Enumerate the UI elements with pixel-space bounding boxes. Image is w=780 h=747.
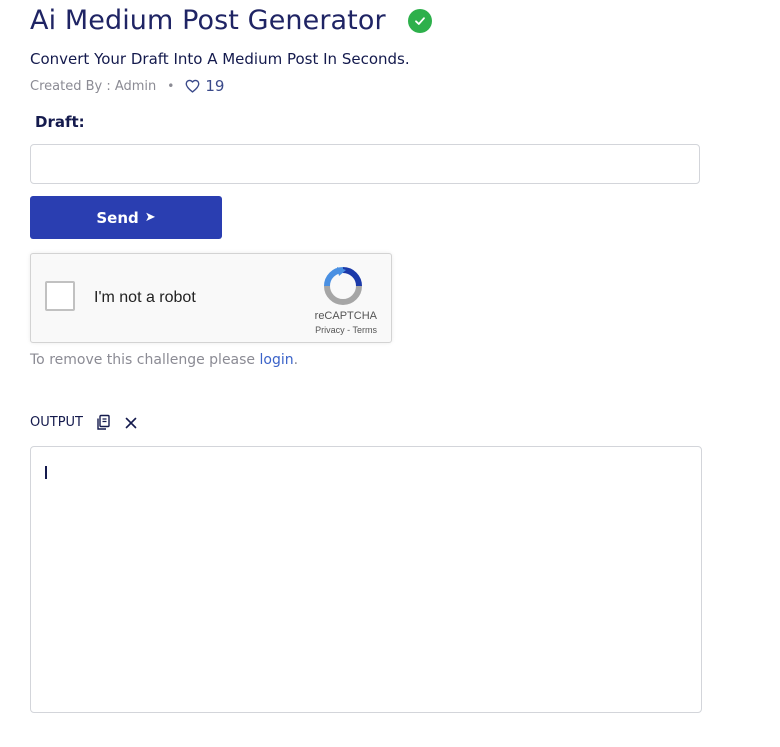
send-arrow-icon: ➤ xyxy=(144,210,156,225)
send-button-label: Send xyxy=(96,208,139,227)
recaptcha-brand: reCAPTCHA xyxy=(314,310,377,322)
recaptcha-checkbox[interactable] xyxy=(45,281,75,311)
heart-icon[interactable] xyxy=(185,79,200,93)
text-caret xyxy=(45,466,47,479)
draft-input[interactable] xyxy=(30,144,700,184)
verified-check-icon xyxy=(407,8,432,33)
created-by: Created By : Admin xyxy=(30,78,157,94)
page-subtitle: Convert Your Draft Into A Medium Post In… xyxy=(30,50,410,68)
page-title: Ai Medium Post Generator xyxy=(30,5,386,36)
recaptcha-privacy-link[interactable]: Privacy xyxy=(315,325,345,335)
recaptcha-terms-sep: - xyxy=(344,325,353,335)
output-label: OUTPUT xyxy=(30,415,83,430)
clear-icon[interactable] xyxy=(125,417,137,429)
recaptcha-terms: Privacy - Terms xyxy=(315,325,377,335)
challenge-notice-text: To remove this challenge please xyxy=(30,352,260,368)
meta-separator: • xyxy=(167,79,175,93)
login-link[interactable]: login xyxy=(260,352,294,368)
draft-label: Draft: xyxy=(35,113,85,131)
post-meta: Created By : Admin • 19 xyxy=(30,77,224,95)
recaptcha-terms-link[interactable]: Terms xyxy=(353,325,378,335)
output-textarea[interactable] xyxy=(30,446,702,713)
recaptcha-icon xyxy=(324,267,362,305)
challenge-notice: To remove this challenge please login. xyxy=(30,352,298,368)
challenge-notice-suffix: . xyxy=(293,352,299,368)
output-header: OUTPUT xyxy=(30,414,137,431)
recaptcha-label: I'm not a robot xyxy=(94,289,196,306)
copy-icon[interactable] xyxy=(95,414,111,431)
like-count: 19 xyxy=(205,77,225,95)
send-button[interactable]: Send ➤ xyxy=(30,196,222,239)
recaptcha-widget: I'm not a robot reCAPTCHA Privacy - Term… xyxy=(30,253,392,343)
page-title-row: Ai Medium Post Generator xyxy=(30,5,432,36)
